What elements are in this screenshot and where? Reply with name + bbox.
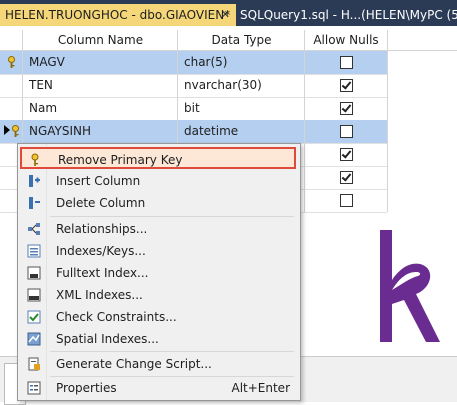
table-row[interactable]: TEN nvarchar(30) <box>0 74 388 98</box>
allow-nulls-cell <box>304 166 388 189</box>
row-selector[interactable] <box>0 97 22 120</box>
tab-sqlquery1[interactable]: SQLQuery1.sql - H...(HELEN\MyPC (54)) <box>240 4 457 26</box>
tab-label: HELEN.TRUONGHOC - dbo.GIAOVIEN* <box>5 8 231 22</box>
data-type-cell[interactable]: char(5) <box>177 51 304 74</box>
current-row-arrow-icon <box>4 125 10 135</box>
column-header-name[interactable]: Column Name <box>22 30 178 50</box>
spatial-icon <box>27 332 41 346</box>
row-selector[interactable] <box>0 120 22 143</box>
grid-header: Column Name Data Type Allow Nulls <box>0 30 457 51</box>
menu-item-label: Indexes/Keys... <box>56 244 146 258</box>
allow-nulls-checkbox[interactable] <box>340 102 353 115</box>
document-tab-bar: HELEN.TRUONGHOC - dbo.GIAOVIEN* ✕ SQLQue… <box>0 0 457 26</box>
allow-nulls-cell <box>304 143 388 166</box>
menu-item-label: Remove Primary Key <box>58 153 183 167</box>
xml-icon <box>27 288 41 302</box>
menu-item-label: Spatial Indexes... <box>56 332 159 346</box>
allow-nulls-cell <box>304 51 388 74</box>
tab-giaovien-design[interactable]: HELEN.TRUONGHOC - dbo.GIAOVIEN* ✕ <box>0 4 236 26</box>
allow-nulls-checkbox[interactable] <box>340 171 353 184</box>
column-name-cell[interactable]: TEN <box>22 74 177 97</box>
menu-item-label: Insert Column <box>56 174 141 188</box>
menu-item-indexes-keys[interactable]: Indexes/Keys... <box>20 240 296 262</box>
properties-icon <box>27 381 41 395</box>
allow-nulls-cell <box>304 97 388 120</box>
row-selector[interactable] <box>0 74 22 97</box>
menu-item-check-constraints[interactable]: Check Constraints... <box>20 306 296 328</box>
insert-column-icon <box>29 175 40 187</box>
key-icon <box>8 56 15 68</box>
row-selector[interactable] <box>0 51 22 74</box>
column-header-type[interactable]: Data Type <box>177 30 305 50</box>
delete-column-icon <box>29 197 40 209</box>
menu-item-label: Check Constraints... <box>56 310 177 324</box>
menu-item-remove-primary-key[interactable]: Remove Primary Key <box>20 147 296 169</box>
menu-item-relationships[interactable]: Relationships... <box>20 218 296 240</box>
menu-item-insert-column[interactable]: Insert Column <box>20 170 296 192</box>
key-icon <box>12 125 19 137</box>
column-name-cell[interactable]: Nam <box>22 97 177 120</box>
menu-item-fulltext-index[interactable]: Fulltext Index... <box>20 262 296 284</box>
tab-label: SQLQuery1.sql - H...(HELEN\MyPC (54)) <box>240 8 457 22</box>
indexes-icon <box>27 244 41 258</box>
close-icon[interactable]: ✕ <box>221 4 230 26</box>
table-row[interactable]: NGAYSINH datetime <box>0 120 388 144</box>
context-menu: Remove Primary Key Insert Column Delete … <box>17 143 301 401</box>
menu-item-label: Fulltext Index... <box>56 266 149 280</box>
menu-item-xml-indexes[interactable]: XML Indexes... <box>20 284 296 306</box>
data-type-cell[interactable]: nvarchar(30) <box>177 74 304 97</box>
table-row[interactable]: MAGV char(5) <box>0 51 388 75</box>
menu-item-label: XML Indexes... <box>56 288 143 302</box>
menu-item-label: Properties <box>56 381 117 395</box>
allow-nulls-cell <box>304 189 388 212</box>
data-type-cell[interactable]: datetime <box>177 120 304 143</box>
allow-nulls-checkbox[interactable] <box>340 148 353 161</box>
column-header-nulls[interactable]: Allow Nulls <box>304 30 388 50</box>
menu-item-shortcut: Alt+Enter <box>231 381 290 395</box>
script-icon <box>28 357 40 371</box>
menu-item-properties[interactable]: Properties Alt+Enter <box>20 377 296 399</box>
allow-nulls-cell <box>304 74 388 97</box>
menu-item-generate-change-script[interactable]: Generate Change Script... <box>20 353 296 375</box>
menu-item-label: Delete Column <box>56 196 146 210</box>
column-name-cell[interactable]: NGAYSINH <box>22 120 177 143</box>
menu-item-label: Relationships... <box>56 222 148 236</box>
table-row[interactable]: Nam bit <box>0 97 388 121</box>
allow-nulls-cell <box>304 120 388 143</box>
menu-item-delete-column[interactable]: Delete Column <box>20 192 296 214</box>
allow-nulls-checkbox[interactable] <box>340 56 353 69</box>
fulltext-icon <box>27 266 41 280</box>
data-type-cell[interactable]: bit <box>177 97 304 120</box>
column-name-cell[interactable]: MAGV <box>22 51 177 74</box>
menu-item-spatial-indexes[interactable]: Spatial Indexes... <box>20 328 296 350</box>
allow-nulls-checkbox[interactable] <box>340 79 353 92</box>
check-constraints-icon <box>27 310 41 324</box>
allow-nulls-checkbox[interactable] <box>340 125 353 138</box>
key-icon <box>31 153 39 166</box>
h-logo-icon <box>380 230 440 342</box>
menu-separator <box>50 216 294 217</box>
allow-nulls-checkbox[interactable] <box>340 194 353 207</box>
relationships-icon <box>28 223 40 235</box>
menu-item-label: Generate Change Script... <box>56 357 212 371</box>
menu-separator <box>50 351 294 352</box>
